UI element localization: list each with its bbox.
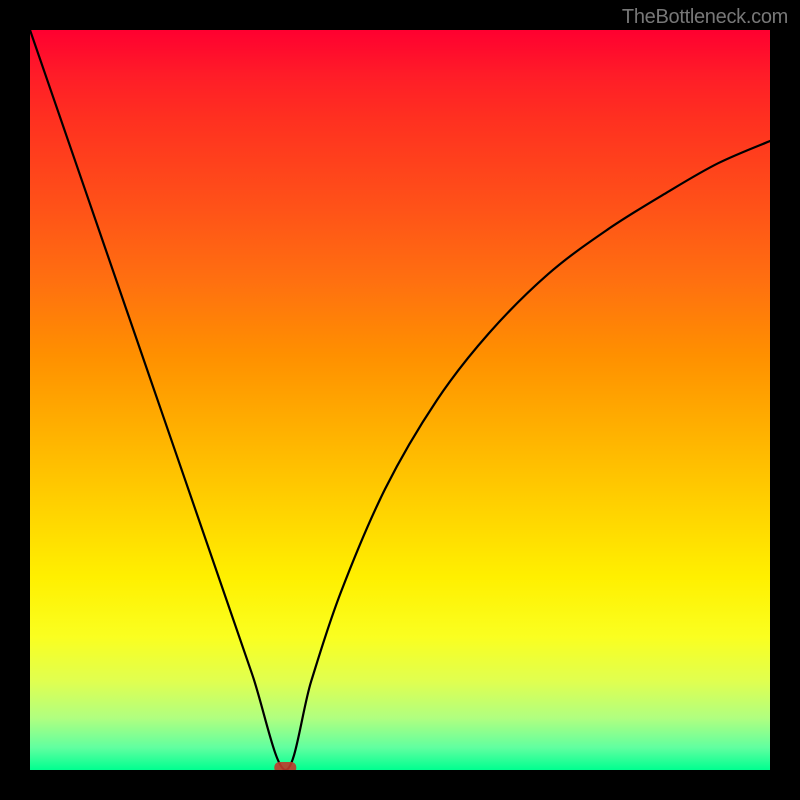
bottleneck-curve (30, 30, 770, 770)
watermark-text: TheBottleneck.com (622, 6, 788, 29)
plot-area (30, 30, 770, 770)
optimal-marker (274, 762, 296, 770)
chart-frame: TheBottleneck.com (0, 0, 800, 800)
curve-svg (30, 30, 770, 770)
